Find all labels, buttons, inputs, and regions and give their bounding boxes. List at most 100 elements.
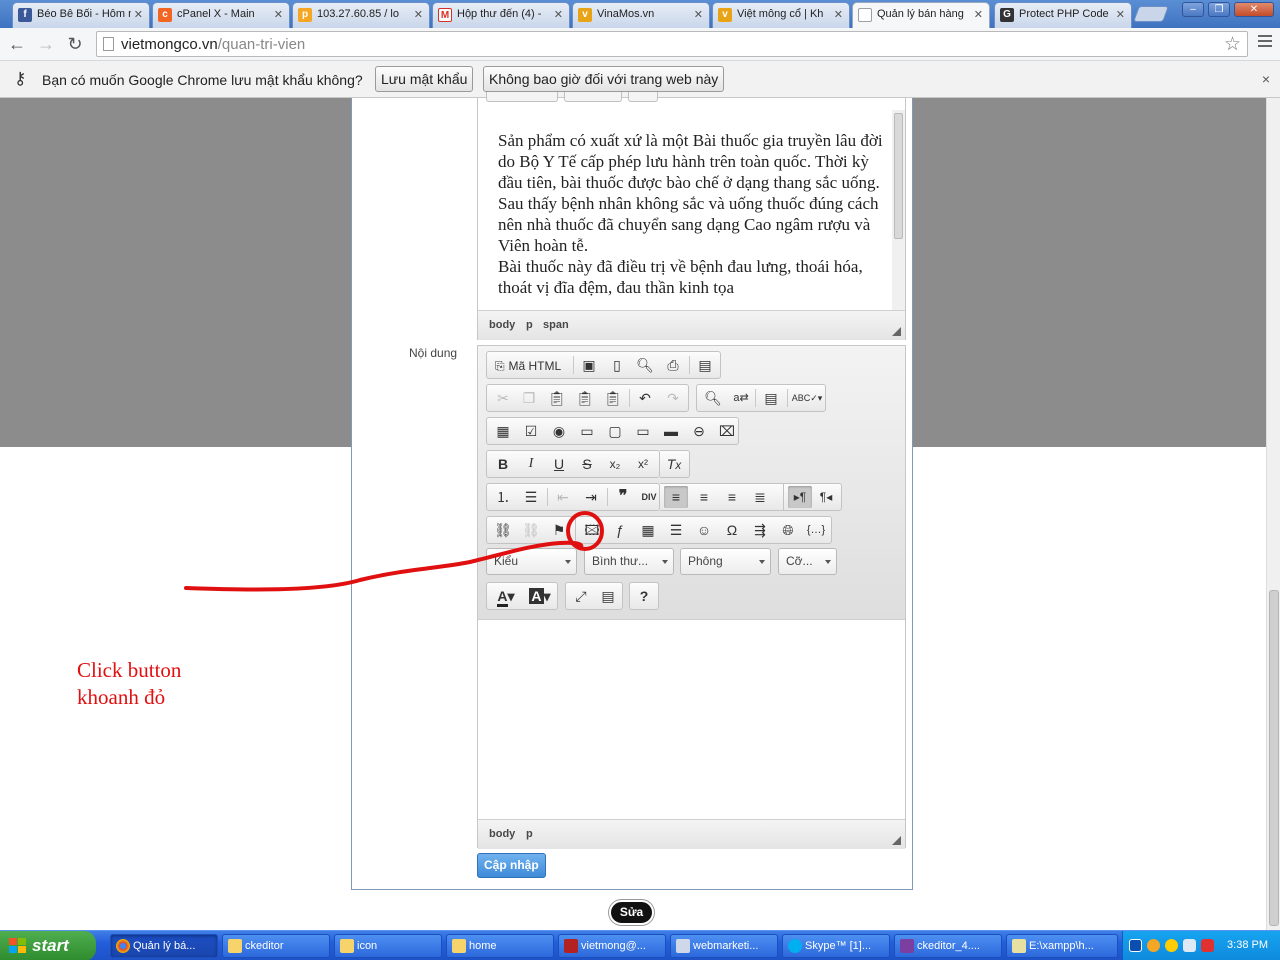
save-password-button[interactable]: Lưu mật khẩu (375, 66, 474, 92)
anchor-flag-icon[interactable]: ⚑ (547, 519, 571, 541)
tab-gmail[interactable]: M Hộp thư đến (4) - ✕ (432, 2, 570, 28)
bold-icon[interactable]: B (491, 453, 515, 475)
print-icon[interactable]: ⎙ (661, 354, 685, 376)
tab-protect-php-code[interactable]: G Protect PHP Code ✕ (994, 2, 1132, 28)
paste-icon[interactable]: 📋︎ (545, 387, 569, 409)
tray-expand-icon[interactable] (1129, 939, 1142, 952)
format-combo[interactable]: Bình thư... (584, 548, 674, 575)
align-left-icon[interactable]: ≡ (664, 486, 688, 508)
tab-vinamos[interactable]: v VinaMos.vn ✕ (572, 2, 710, 28)
special-char-icon[interactable]: Ω (720, 519, 744, 541)
reload-icon[interactable]: ↻ (63, 33, 87, 55)
taskbar-item-ckeditor-folder[interactable]: ckeditor (222, 934, 330, 958)
close-window-icon[interactable]: ✕ (1234, 2, 1274, 17)
bookmark-star-icon[interactable]: ☆ (1224, 33, 1241, 56)
description-editor-content[interactable]: Sản phẩm có xuất xứ là một Bài thuốc gia… (478, 110, 894, 310)
close-tab-icon[interactable]: ✕ (974, 8, 983, 21)
taskbar-item-winrar[interactable]: ckeditor_4.... (894, 934, 1002, 958)
show-blocks-icon[interactable]: ▤ (596, 585, 620, 607)
hidden-field-icon[interactable]: ⌧ (715, 420, 739, 442)
iframe-icon[interactable]: 🌐︎ (776, 519, 800, 541)
background-color-icon[interactable]: A ▾ (525, 585, 555, 607)
close-tab-icon[interactable]: ✕ (554, 8, 563, 21)
horizontal-rule-icon[interactable]: ☰ (664, 519, 688, 541)
strikethrough-icon[interactable]: S (575, 453, 599, 475)
path-body[interactable]: body (489, 828, 515, 840)
close-tab-icon[interactable]: ✕ (834, 8, 843, 21)
select-all-icon[interactable]: ▤ (759, 387, 783, 409)
table-icon[interactable]: ▦ (636, 519, 660, 541)
tray-alert-icon[interactable] (1165, 939, 1178, 952)
superscript-icon[interactable]: x² (631, 453, 655, 475)
new-page-icon[interactable]: ▯ (605, 354, 629, 376)
minimize-window-icon[interactable]: – (1182, 2, 1204, 17)
text-field-icon[interactable]: ▭ (575, 420, 599, 442)
numbered-list-icon[interactable]: ⒈ (491, 486, 515, 508)
close-tab-icon[interactable]: ✕ (694, 8, 703, 21)
copy-icon[interactable]: ❐ (517, 387, 541, 409)
save-icon[interactable]: ▣ (577, 354, 601, 376)
select-field-icon[interactable]: ▭ (631, 420, 655, 442)
underline-icon[interactable]: U (547, 453, 571, 475)
content-editor-body[interactable] (478, 620, 905, 819)
image-button-icon[interactable]: ⊖ (687, 420, 711, 442)
blockquote-icon[interactable]: ❞ (611, 486, 635, 508)
resize-handle-icon[interactable] (892, 327, 901, 336)
maximize-icon[interactable]: ⤢ (569, 585, 593, 607)
textarea-icon[interactable]: ▢ (603, 420, 627, 442)
new-tab-button[interactable] (1133, 6, 1169, 22)
indent-icon[interactable]: ⇥ (579, 486, 603, 508)
unlink-icon[interactable]: ⛓︎ (519, 519, 543, 541)
styles-combo[interactable]: Kiểu (486, 548, 577, 575)
flash-icon[interactable]: ƒ (608, 519, 632, 541)
link-icon[interactable]: ⛓︎ (491, 519, 515, 541)
paste-text-icon[interactable]: 📋︎ (573, 387, 597, 409)
templates-icon[interactable]: ▤ (693, 354, 717, 376)
address-bar[interactable]: vietmongco.vn/quan-tri-vien ☆ (96, 31, 1248, 57)
radio-icon[interactable]: ◉ (547, 420, 571, 442)
checkbox-icon[interactable]: ☑ (519, 420, 543, 442)
taskbar-item-home-folder[interactable]: home (446, 934, 554, 958)
close-tab-icon[interactable]: ✕ (1116, 8, 1125, 21)
tray-network-icon[interactable] (1183, 939, 1196, 952)
subscript-icon[interactable]: x₂ (603, 453, 627, 475)
editor-scrollbar[interactable] (892, 110, 905, 310)
replace-icon[interactable]: a⇄ (729, 387, 753, 409)
path-span[interactable]: span (543, 319, 569, 331)
taskbar-item-webmarketing[interactable]: webmarketi... (670, 934, 778, 958)
back-arrow-icon[interactable]: ← (5, 33, 29, 55)
source-button[interactable]: ⎘ Mã HTML (491, 354, 567, 376)
font-size-combo[interactable]: Cỡ... (778, 548, 837, 575)
close-infobar-icon[interactable]: × (1262, 71, 1270, 87)
italic-icon[interactable]: I (519, 453, 543, 475)
taskbar-item-icon-folder[interactable]: icon (334, 934, 442, 958)
edit-floating-button[interactable]: Sửa (609, 900, 654, 925)
tab-phpmyadmin[interactable]: p 103.27.60.85 / lo ✕ (292, 2, 430, 28)
tray-app-icon[interactable] (1147, 939, 1160, 952)
start-button[interactable]: start (0, 931, 96, 960)
button-icon[interactable]: ▬ (659, 420, 683, 442)
tab-beo-be-boi[interactable]: f Béo Bê Bối - Hôm n ✕ (12, 2, 150, 28)
create-div-icon[interactable]: DIV (637, 486, 661, 508)
update-button[interactable]: Cập nhập (477, 853, 546, 878)
undo-icon[interactable]: ↶ (633, 387, 657, 409)
outdent-icon[interactable]: ⇤ (551, 486, 575, 508)
taskbar-item-chrome[interactable]: Quản lý bá... (110, 934, 218, 958)
taskbar-item-filezilla[interactable]: vietmong@... (558, 934, 666, 958)
tab-cpanel[interactable]: c cPanel X - Main ✕ (152, 2, 290, 28)
never-save-button[interactable]: Không bao giờ đối với trang web này (483, 66, 725, 92)
close-tab-icon[interactable]: ✕ (134, 8, 143, 21)
justify-icon[interactable]: ≣ (748, 486, 772, 508)
page-scrollbar[interactable] (1266, 98, 1280, 930)
text-color-icon[interactable]: A▾ (491, 585, 521, 607)
image-icon[interactable]: 🖾 (580, 519, 604, 541)
path-p[interactable]: p (526, 828, 533, 840)
spellcheck-icon[interactable]: ABC✓▾ (791, 387, 823, 409)
path-p[interactable]: p (526, 319, 533, 331)
resize-handle-icon[interactable] (892, 836, 901, 845)
align-center-icon[interactable]: ≡ (692, 486, 716, 508)
smiley-icon[interactable]: ☺ (692, 519, 716, 541)
tab-viet-mong-co[interactable]: v Việt mông cổ | Kh ✕ (712, 2, 850, 28)
find-icon[interactable]: 🔍︎ (701, 387, 725, 409)
redo-icon[interactable]: ↷ (661, 387, 685, 409)
